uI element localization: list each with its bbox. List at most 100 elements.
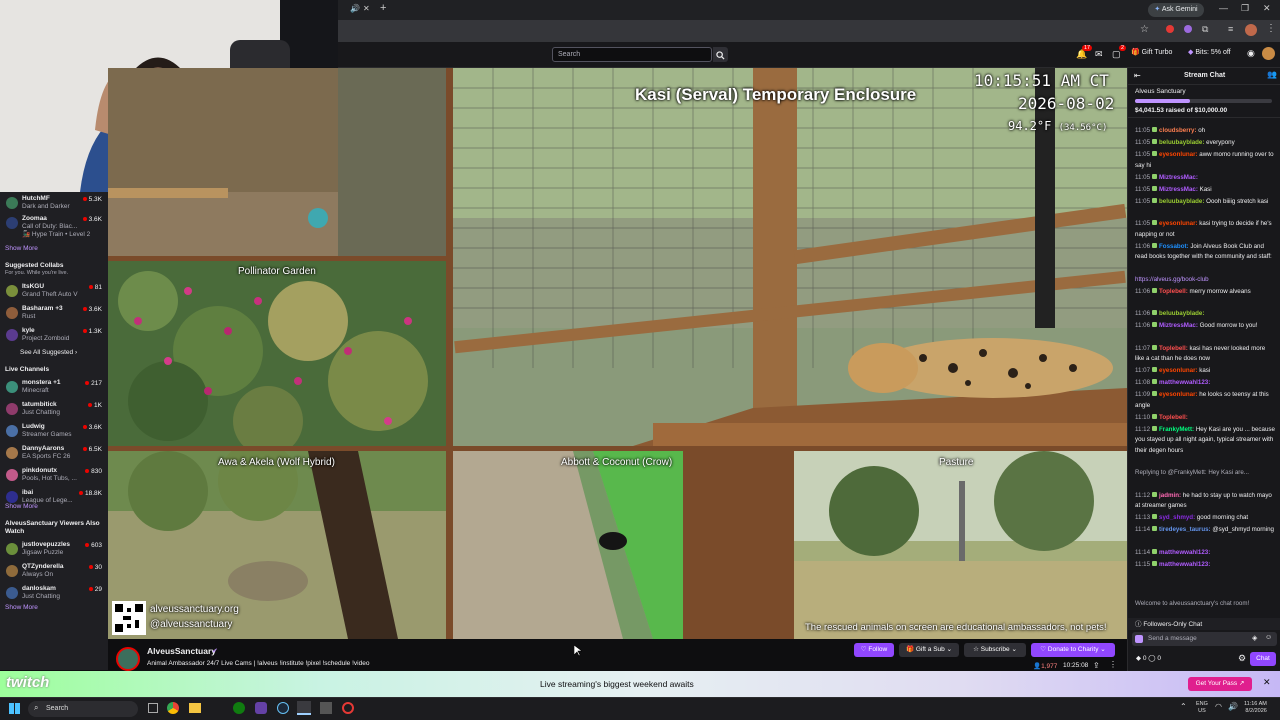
sidebar-channel[interactable]: Basharam +3 Rust 3.6K	[4, 304, 104, 326]
menu-dots-icon[interactable]: ⋮	[1266, 23, 1276, 34]
show-more-link[interactable]: Show More	[5, 245, 38, 252]
chat-username[interactable]: beluubayblade:	[1159, 139, 1204, 146]
chat-username[interactable]: eyesonlunar:	[1159, 391, 1198, 398]
chat-username[interactable]: beluubayblade:	[1159, 198, 1204, 205]
tray-chevron-icon[interactable]: ⌃	[1180, 702, 1187, 711]
more-options-icon[interactable]: ⋮	[1109, 660, 1117, 669]
chat-username[interactable]: cloudsberry:	[1159, 127, 1196, 134]
minimize-icon[interactable]: —	[1219, 3, 1228, 13]
tab-close-icon[interactable]: ✕	[363, 4, 370, 13]
app-icon[interactable]	[255, 702, 267, 714]
profile-avatar[interactable]	[1245, 24, 1257, 36]
help-icon[interactable]: ◉	[1247, 48, 1255, 59]
chat-username[interactable]: MiztressMac:	[1159, 186, 1198, 193]
bookmark-star-icon[interactable]: ☆	[1140, 24, 1149, 35]
sidebar-channel[interactable]: HutchMF Dark and Darker 5.3K	[4, 194, 104, 216]
bits-button[interactable]: ◆ Bits: 5% off	[1188, 48, 1231, 56]
chat-settings-icon[interactable]: ⚙	[1238, 653, 1246, 664]
chat-username[interactable]: tiredeyes_taurus:	[1159, 526, 1211, 533]
sidebar-channel[interactable]: monstera +1 Minecraft 217	[4, 378, 104, 400]
ask-gemini-button[interactable]: ✦ Ask Gemini	[1148, 3, 1204, 17]
chat-text[interactable]: https://alveus.gg/book-club	[1135, 276, 1209, 283]
close-banner-icon[interactable]: ✕	[1263, 677, 1271, 688]
app-icon[interactable]	[342, 702, 354, 714]
stream-video-player[interactable]: Pollinator Garden Kasi (Serval) Temporar…	[108, 68, 1127, 639]
chat-username[interactable]: jadmin:	[1159, 492, 1181, 499]
gift-sub-button[interactable]: 🎁 Gift a Sub ⌄	[899, 643, 959, 657]
sidebar-channel[interactable]: danloskam Just Chatting 29	[4, 584, 104, 606]
whispers-icon[interactable]: ▢	[1112, 49, 1121, 60]
channel-avatar[interactable]	[116, 647, 140, 671]
gift-turbo-button[interactable]: 🎁 Gift Turbo	[1131, 48, 1172, 56]
charity-goal[interactable]: Alveus Sanctuary $4,041.53 raised of $10…	[1128, 84, 1280, 118]
get-pass-button[interactable]: Get Your Pass ↗	[1188, 677, 1252, 691]
chrome-icon[interactable]	[167, 702, 179, 714]
collapse-chat-icon[interactable]: ⇤	[1134, 71, 1141, 80]
chat-username[interactable]: matthewwahl123:	[1159, 561, 1210, 568]
show-more-link[interactable]: Show More	[5, 604, 38, 611]
chat-username[interactable]: MiztressMac:	[1159, 322, 1198, 329]
new-tab-icon[interactable]: +	[380, 2, 386, 14]
sidebar-channel[interactable]: QTZynderella Always On 30	[4, 562, 104, 584]
sidebar-channel[interactable]: ItsKGU Grand Theft Auto V 81	[4, 282, 104, 304]
bits-icon[interactable]: ◈	[1252, 634, 1257, 642]
follow-button[interactable]: ♡ Follow	[854, 643, 894, 657]
chat-input[interactable]: Send a message ◈ ☺	[1132, 632, 1277, 646]
extension-icon[interactable]: ⧉	[1202, 24, 1208, 35]
chat-username[interactable]: eyesonlunar:	[1159, 151, 1198, 158]
sidebar-channel[interactable]: pinkdonutx Pools, Hot Tubs, ... 830	[4, 466, 104, 488]
search-input[interactable]: Search	[552, 47, 712, 62]
app-icon[interactable]	[320, 702, 332, 714]
channel-points[interactable]: ◆ 0 ◯ 0	[1136, 654, 1161, 662]
chat-send-button[interactable]: Chat	[1250, 652, 1276, 666]
extension-icon[interactable]: ≡	[1228, 24, 1233, 34]
xbox-icon[interactable]	[233, 702, 245, 714]
chat-username[interactable]: matthewwahl123:	[1159, 379, 1210, 386]
language-indicator[interactable]: ENG US	[1196, 701, 1208, 715]
windows-start-icon[interactable]	[9, 703, 20, 714]
show-more-link[interactable]: Show More	[5, 503, 38, 510]
sidebar-channel[interactable]: Ludwig Streamer Games 3.6K	[4, 422, 104, 444]
volume-icon[interactable]: 🔊	[1228, 702, 1238, 711]
emote-icon[interactable]: ☺	[1265, 634, 1272, 641]
chat-username[interactable]: eyesonlunar:	[1159, 367, 1198, 374]
maximize-icon[interactable]: ❐	[1241, 3, 1249, 14]
extension-icon[interactable]	[1166, 25, 1174, 33]
chat-username[interactable]: Toplebell:	[1159, 414, 1188, 421]
see-all-suggested-link[interactable]: See All Suggested ›	[20, 349, 77, 356]
sidebar-channel[interactable]: tatumbitick Just Chatting 1K	[4, 400, 104, 422]
chat-username[interactable]: beluubayblade:	[1159, 310, 1204, 317]
chat-username[interactable]: syd_shmyd:	[1159, 514, 1195, 521]
user-avatar[interactable]	[1262, 47, 1275, 60]
subscribe-button[interactable]: ☆ Subscribe ⌄	[964, 643, 1026, 657]
taskbar-search[interactable]: ⌕ Search	[28, 701, 138, 717]
share-icon[interactable]: ⇪	[1093, 661, 1100, 670]
sidebar-channel[interactable]: Zoomaa Call of Duty: Blac... 🚂 Hype Trai…	[4, 214, 104, 240]
taskview-icon[interactable]	[148, 703, 158, 713]
chat-username[interactable]: Toplebell:	[1159, 288, 1188, 295]
wifi-icon[interactable]: ◠	[1215, 702, 1222, 711]
chat-text[interactable]: Replying to @FrankyMett: Hey Kasi are...	[1135, 469, 1249, 476]
tab-audio-icon[interactable]: 🔊	[350, 4, 360, 13]
chat-badge-icon[interactable]	[1135, 635, 1143, 643]
search-button[interactable]	[713, 47, 728, 62]
donate-charity-button[interactable]: ♡ Donate to Charity ⌄	[1031, 643, 1115, 657]
chat-username[interactable]: matthewwahl123:	[1159, 549, 1210, 556]
chat-username[interactable]: Toplebell:	[1159, 345, 1188, 352]
close-window-icon[interactable]: ✕	[1263, 3, 1271, 14]
sidebar-channel[interactable]: kyle Project Zomboid 1.3K	[4, 326, 104, 348]
chat-username[interactable]: MiztressMac:	[1159, 174, 1198, 181]
file-explorer-icon[interactable]	[189, 703, 201, 713]
channel-name[interactable]: AlveusSanctuary	[147, 646, 216, 656]
steam-icon[interactable]	[277, 702, 289, 714]
chat-username[interactable]: FrankyMett:	[1159, 426, 1194, 433]
chat-users-icon[interactable]: 👥	[1267, 70, 1277, 79]
inbox-icon[interactable]: ✉	[1095, 49, 1103, 60]
chat-username[interactable]: Fossabot:	[1159, 243, 1189, 250]
promo-banner[interactable]: twitch Live streaming's biggest weekend …	[0, 671, 1280, 697]
app-icon[interactable]	[297, 701, 311, 715]
clock[interactable]: 11:16 AM 8/2/2026	[1244, 701, 1267, 715]
sidebar-channel[interactable]: justlovepuzzles Jigsaw Puzzle 603	[4, 540, 104, 562]
chat-username[interactable]: eyesonlunar:	[1159, 220, 1198, 227]
sidebar-channel[interactable]: DannyAarons EA Sports FC 26 6.5K	[4, 444, 104, 466]
